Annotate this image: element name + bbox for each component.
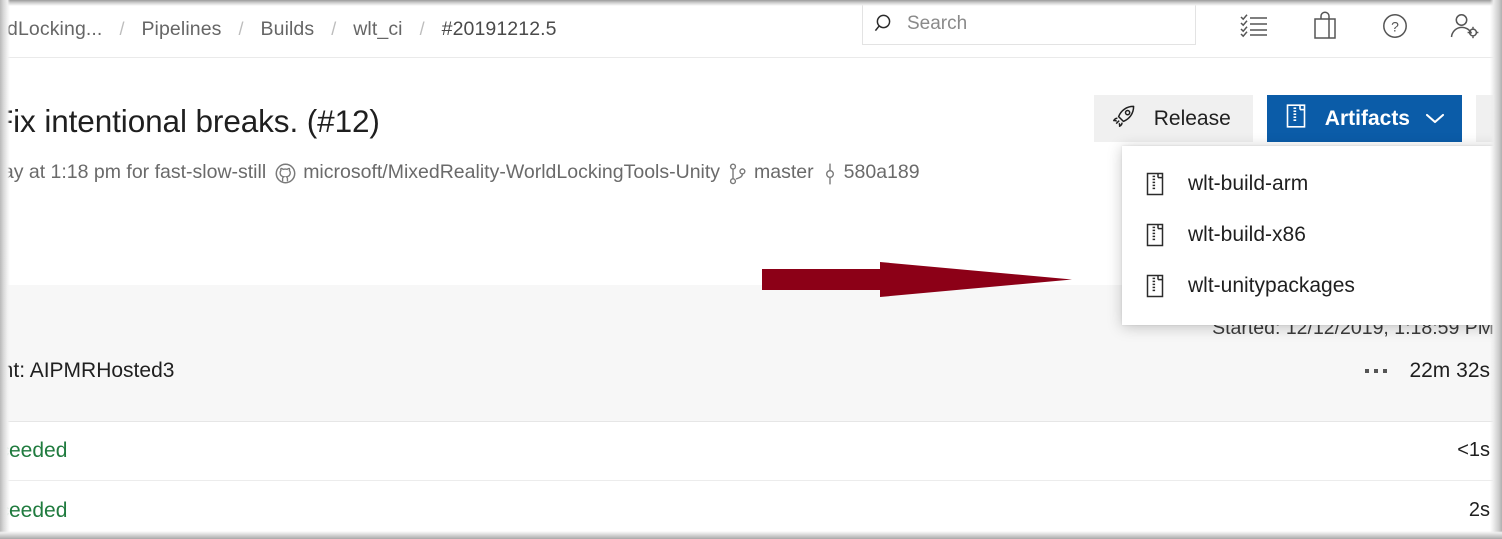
job-duration: 22m 32s xyxy=(1409,359,1490,382)
page-title: Fix intentional breaks. (#12) xyxy=(0,103,380,139)
zip-icon xyxy=(1144,222,1174,248)
job-summary-right: 22m 32s xyxy=(1365,359,1490,383)
task-status: cceeded xyxy=(0,499,68,522)
azure-devops-build-page: rldLocking... / Pipelines / Builds / wlt… xyxy=(0,0,1502,539)
artifacts-menu-item-label: wlt-build-arm xyxy=(1188,171,1309,195)
work-items-icon[interactable] xyxy=(1220,0,1290,52)
breadcrumb-item-build-number[interactable]: #20191212.5 xyxy=(442,18,557,41)
commit-icon xyxy=(823,163,837,185)
breadcrumb-separator: / xyxy=(331,18,337,39)
task-status: cceeded xyxy=(0,439,68,462)
branch-icon xyxy=(729,162,747,185)
artifacts-button-label: Artifacts xyxy=(1324,106,1410,130)
kebab-menu-icon xyxy=(1494,107,1498,130)
zip-icon xyxy=(1144,273,1174,299)
artifacts-menu-item-label: wlt-unitypackages xyxy=(1188,273,1355,297)
top-navigation-bar: rldLocking... / Pipelines / Builds / wlt… xyxy=(0,0,1502,58)
breadcrumb: rldLocking... / Pipelines / Builds / wlt… xyxy=(0,0,557,58)
breadcrumb-separator: / xyxy=(119,18,125,39)
release-button-label: Release xyxy=(1153,106,1231,130)
artifacts-menu-item-wlt-build-x86[interactable]: wlt-build-x86 xyxy=(1122,209,1502,260)
search-input[interactable]: Search xyxy=(862,3,1196,45)
svg-text:?: ? xyxy=(1391,18,1399,34)
release-button[interactable]: Release xyxy=(1093,95,1253,142)
job-agent-label: ent: AIPMRHosted3 xyxy=(0,359,175,382)
build-commit[interactable]: 580a189 xyxy=(844,161,920,184)
zip-icon xyxy=(1144,171,1174,197)
search-icon xyxy=(863,12,907,36)
ellipsis-icon[interactable] xyxy=(1365,369,1388,373)
breadcrumb-item-pipeline-name[interactable]: wlt_ci xyxy=(353,18,402,41)
annotation-arrow-icon xyxy=(762,262,1072,298)
breadcrumb-item-pipelines[interactable]: Pipelines xyxy=(141,18,221,41)
artifacts-menu-item-wlt-build-arm[interactable]: wlt-build-arm xyxy=(1122,158,1502,209)
build-metadata: day at 1:18 pm for fast-slow-still micro… xyxy=(0,161,927,184)
search-placeholder: Search xyxy=(907,13,968,34)
build-action-buttons: Release Artifacts xyxy=(1093,95,1502,142)
artifacts-dropdown-menu: wlt-build-arm wlt-build-x86 wlt-unitypac… xyxy=(1122,146,1502,325)
breadcrumb-separator: / xyxy=(238,18,244,39)
rocket-icon xyxy=(1110,102,1138,136)
build-more-actions-button[interactable] xyxy=(1476,95,1502,142)
task-duration: <1s xyxy=(1457,439,1490,461)
task-duration: 2s xyxy=(1468,499,1490,521)
build-branch[interactable]: master xyxy=(754,161,814,184)
build-repo[interactable]: microsoft/MixedReality-WorldLockingTools… xyxy=(303,161,720,184)
help-icon[interactable]: ? xyxy=(1360,0,1430,52)
breadcrumb-separator: / xyxy=(419,18,425,39)
artifacts-menu-item-label: wlt-build-x86 xyxy=(1188,222,1306,246)
breadcrumb-item-project[interactable]: rldLocking... xyxy=(0,18,102,41)
chevron-down-icon xyxy=(1424,107,1446,131)
artifacts-button[interactable]: Artifacts xyxy=(1266,95,1462,142)
marketplace-bag-icon[interactable] xyxy=(1290,0,1360,52)
top-bar-icon-group: ? xyxy=(1220,0,1500,52)
zip-icon xyxy=(1283,102,1309,136)
github-icon xyxy=(275,163,296,184)
user-settings-icon[interactable] xyxy=(1430,0,1500,52)
artifacts-menu-item-wlt-unitypackages[interactable]: wlt-unitypackages xyxy=(1122,260,1502,311)
breadcrumb-item-builds[interactable]: Builds xyxy=(261,18,315,41)
build-time-text: day at 1:18 pm for fast-slow-still xyxy=(0,161,267,183)
task-row[interactable]: cceeded <1s xyxy=(0,422,1502,481)
task-row[interactable]: cceeded 2s xyxy=(0,482,1502,539)
